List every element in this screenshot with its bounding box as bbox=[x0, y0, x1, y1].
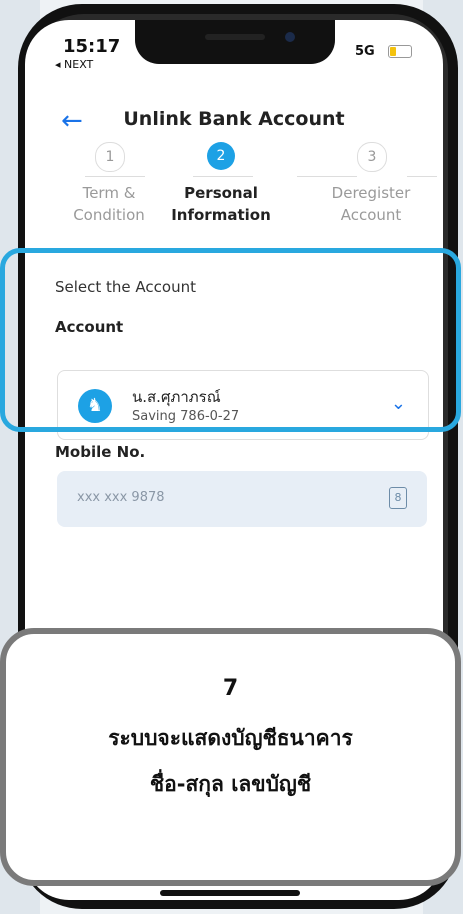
step-3-circle: 3 bbox=[357, 142, 387, 172]
step-line bbox=[193, 176, 253, 177]
contact-book-icon[interactable]: 8 bbox=[389, 487, 407, 509]
battery-icon bbox=[388, 45, 412, 58]
page-title: Unlink Bank Account bbox=[123, 108, 345, 130]
caption-line-1: ระบบจะแสดงบัญชีธนาคาร bbox=[108, 726, 353, 750]
back-to-app-link[interactable]: ◂ NEXT bbox=[55, 58, 93, 71]
mobile-label: Mobile No. bbox=[55, 443, 146, 461]
step-1-circle: 1 bbox=[95, 142, 125, 172]
mobile-number-value: xxx xxx 9878 bbox=[77, 490, 165, 505]
home-indicator bbox=[160, 890, 300, 896]
step-line bbox=[297, 176, 357, 177]
step-1-label: Term & Condition bbox=[73, 184, 145, 224]
caption-box: 7 ระบบจะแสดงบัญชีธนาคาร ชื่อ-สกุล เลขบัญ… bbox=[0, 628, 461, 886]
step-2-label: Personal Information bbox=[171, 184, 271, 224]
step-line bbox=[85, 176, 145, 177]
caption-step-number: 7 bbox=[222, 676, 239, 701]
caption-line-2: ชื่อ-สกุล เลขบัญชี bbox=[149, 772, 312, 796]
step-2-circle: 2 bbox=[207, 142, 235, 170]
step-line bbox=[407, 176, 437, 177]
notch bbox=[135, 20, 335, 64]
status-time: 15:17 bbox=[63, 36, 121, 57]
mobile-number-field: xxx xxx 9878 8 bbox=[57, 471, 427, 527]
account-highlight-frame bbox=[0, 248, 461, 432]
network-indicator: 5G bbox=[355, 44, 375, 59]
step-3-label: Deregister Account bbox=[331, 184, 411, 224]
